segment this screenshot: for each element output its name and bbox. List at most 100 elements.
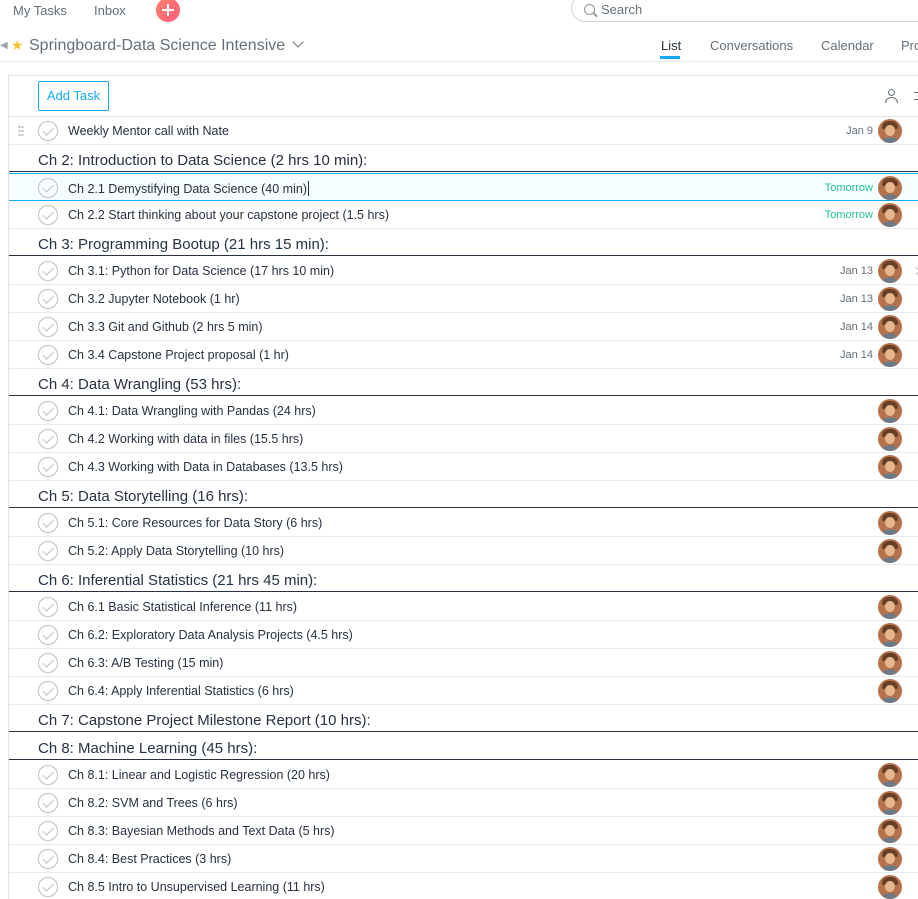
section-header[interactable]: Ch 2: Introduction to Data Science (2 hr…	[9, 145, 918, 172]
tab-calendar[interactable]: Calendar	[821, 38, 874, 53]
task-name[interactable]: Ch 5.2: Apply Data Storytelling (10 hrs)	[68, 544, 284, 558]
assignee-avatar[interactable]	[878, 259, 902, 283]
complete-checkbox-icon[interactable]	[38, 121, 58, 141]
task-row[interactable]: Ch 6.1 Basic Statistical Inference (11 h…	[9, 593, 918, 621]
task-name[interactable]: Ch 6.4: Apply Inferential Statistics (6 …	[68, 684, 294, 698]
section-header[interactable]: Ch 6: Inferential Statistics (21 hrs 45 …	[9, 565, 918, 592]
complete-checkbox-icon[interactable]	[38, 205, 58, 225]
assignee-avatar[interactable]	[878, 315, 902, 339]
chevron-right-icon[interactable]	[911, 266, 918, 276]
task-name[interactable]: Ch 5.1: Core Resources for Data Story (6…	[68, 516, 322, 530]
complete-checkbox-icon[interactable]	[38, 317, 58, 337]
search-input[interactable]	[601, 2, 801, 17]
task-name[interactable]: Ch 3.1: Python for Data Science (17 hrs …	[68, 264, 334, 278]
assignee-avatar[interactable]	[878, 176, 902, 200]
complete-checkbox-icon[interactable]	[38, 513, 58, 533]
task-name[interactable]: Ch 4.2 Working with data in files (15.5 …	[68, 432, 303, 446]
assignee-avatar[interactable]	[878, 511, 902, 535]
complete-checkbox-icon[interactable]	[38, 765, 58, 785]
task-row[interactable]: Ch 4.2 Working with data in files (15.5 …	[9, 425, 918, 453]
tab-conversations[interactable]: Conversations	[710, 38, 793, 53]
complete-checkbox-icon[interactable]	[38, 289, 58, 309]
task-name[interactable]: Ch 3.4 Capstone Project proposal (1 hr)	[68, 348, 289, 362]
inbox-link[interactable]: Inbox	[94, 3, 126, 18]
complete-checkbox-icon[interactable]	[38, 849, 58, 869]
assignee-avatar[interactable]	[878, 203, 902, 227]
task-name[interactable]: Ch 6.2: Exploratory Data Analysis Projec…	[68, 628, 353, 642]
task-name[interactable]: Ch 2.2 Start thinking about your capston…	[68, 208, 389, 222]
task-name[interactable]: Ch 4.1: Data Wrangling with Pandas (24 h…	[68, 404, 316, 418]
task-row[interactable]: Ch 8.2: SVM and Trees (6 hrs)	[9, 789, 918, 817]
add-task-button[interactable]: Add Task	[38, 81, 109, 111]
task-row[interactable]: Ch 4.1: Data Wrangling with Pandas (24 h…	[9, 397, 918, 425]
complete-checkbox-icon[interactable]	[38, 457, 58, 477]
complete-checkbox-icon[interactable]	[38, 681, 58, 701]
my-tasks-link[interactable]: My Tasks	[13, 3, 67, 18]
task-name[interactable]: Ch 3.2 Jupyter Notebook (1 hr)	[68, 292, 240, 306]
task-row[interactable]: Ch 3.1: Python for Data Science (17 hrs …	[9, 257, 918, 285]
tab-progress[interactable]: Pro	[901, 38, 918, 53]
project-title[interactable]: Springboard-Data Science Intensive	[29, 37, 285, 55]
due-date[interactable]: Jan 13	[840, 265, 873, 277]
task-row[interactable]: Ch 5.2: Apply Data Storytelling (10 hrs)	[9, 537, 918, 565]
assignee-avatar[interactable]	[878, 819, 902, 843]
complete-checkbox-icon[interactable]	[38, 653, 58, 673]
task-name[interactable]: Ch 6.3: A/B Testing (15 min)	[68, 656, 223, 670]
project-menu-chevron-down-icon[interactable]	[292, 36, 304, 48]
task-name[interactable]: Ch 8.2: SVM and Trees (6 hrs)	[68, 796, 238, 810]
complete-checkbox-icon[interactable]	[38, 821, 58, 841]
assignee-avatar[interactable]	[878, 119, 902, 143]
due-date[interactable]: Tomorrow	[825, 182, 873, 194]
quick-add-button[interactable]	[156, 0, 180, 22]
task-name[interactable]: Ch 8.1: Linear and Logistic Regression (…	[68, 768, 330, 782]
task-name[interactable]: Ch 6.1 Basic Statistical Inference (11 h…	[68, 600, 297, 614]
drag-handle-icon[interactable]	[18, 125, 24, 137]
assignee-avatar[interactable]	[878, 791, 902, 815]
task-row[interactable]: Ch 2.1 Demystifying Data Science (40 min…	[9, 173, 918, 201]
task-row[interactable]: Ch 3.3 Git and Github (2 hrs 5 min) Jan 1…	[9, 313, 918, 341]
task-row[interactable]: Ch 6.4: Apply Inferential Statistics (6 …	[9, 677, 918, 705]
assignee-avatar[interactable]	[878, 343, 902, 367]
assignee-avatar[interactable]	[878, 287, 902, 311]
task-row[interactable]: Weekly Mentor call with Nate Jan 9	[9, 117, 918, 145]
complete-checkbox-icon[interactable]	[38, 261, 58, 281]
section-header[interactable]: Ch 5: Data Storytelling (16 hrs):	[9, 481, 918, 508]
task-name[interactable]: Weekly Mentor call with Nate	[68, 124, 229, 138]
section-header[interactable]: Ch 7: Capstone Project Milestone Report …	[9, 705, 918, 732]
section-header[interactable]: Ch 3: Programming Bootup (21 hrs 15 min)…	[9, 229, 918, 256]
assignee-avatar[interactable]	[878, 763, 902, 787]
task-name[interactable]: Ch 3.3 Git and Github (2 hrs 5 min)	[68, 320, 263, 334]
section-header[interactable]: Ch 8: Machine Learning (45 hrs):	[9, 733, 918, 760]
task-row[interactable]: Ch 3.4 Capstone Project proposal (1 hr) J…	[9, 341, 918, 369]
task-name[interactable]: Ch 2.1 Demystifying Data Science (40 min…	[68, 181, 309, 196]
task-row[interactable]: Ch 8.1: Linear and Logistic Regression (…	[9, 761, 918, 789]
tab-list[interactable]: List	[661, 38, 681, 53]
task-row[interactable]: Ch 5.1: Core Resources for Data Story (6…	[9, 509, 918, 537]
assignee-avatar[interactable]	[878, 651, 902, 675]
task-row[interactable]: Ch 2.2 Start thinking about your capston…	[9, 201, 918, 229]
task-name[interactable]: Ch 8.4: Best Practices (3 hrs)	[68, 852, 231, 866]
assignee-avatar[interactable]	[878, 875, 902, 899]
assignee-avatar[interactable]	[878, 623, 902, 647]
task-row[interactable]: Ch 4.3 Working with Data in Databases (1…	[9, 453, 918, 481]
due-date[interactable]: Tomorrow	[825, 209, 873, 221]
search-box[interactable]	[571, 0, 918, 22]
task-row[interactable]: Ch 6.2: Exploratory Data Analysis Projec…	[9, 621, 918, 649]
complete-checkbox-icon[interactable]	[38, 429, 58, 449]
task-row[interactable]: Ch 6.3: A/B Testing (15 min)	[9, 649, 918, 677]
task-row[interactable]: Ch 8.5 Intro to Unsupervised Learning (1…	[9, 873, 918, 899]
task-row[interactable]: Ch 8.4: Best Practices (3 hrs)	[9, 845, 918, 873]
task-name[interactable]: Ch 8.5 Intro to Unsupervised Learning (1…	[68, 880, 325, 894]
assignee-avatar[interactable]	[878, 679, 902, 703]
favorite-star-icon[interactable]: ★	[11, 37, 24, 54]
complete-checkbox-icon[interactable]	[38, 345, 58, 365]
task-name[interactable]: Ch 4.3 Working with Data in Databases (1…	[68, 460, 343, 474]
assignee-avatar[interactable]	[878, 539, 902, 563]
complete-checkbox-icon[interactable]	[38, 625, 58, 645]
assignee-avatar[interactable]	[878, 427, 902, 451]
complete-checkbox-icon[interactable]	[38, 178, 58, 198]
due-date[interactable]: Jan 14	[840, 349, 873, 361]
complete-checkbox-icon[interactable]	[38, 793, 58, 813]
assignee-avatar[interactable]	[878, 847, 902, 871]
assignee-filter-icon[interactable]	[885, 89, 898, 103]
